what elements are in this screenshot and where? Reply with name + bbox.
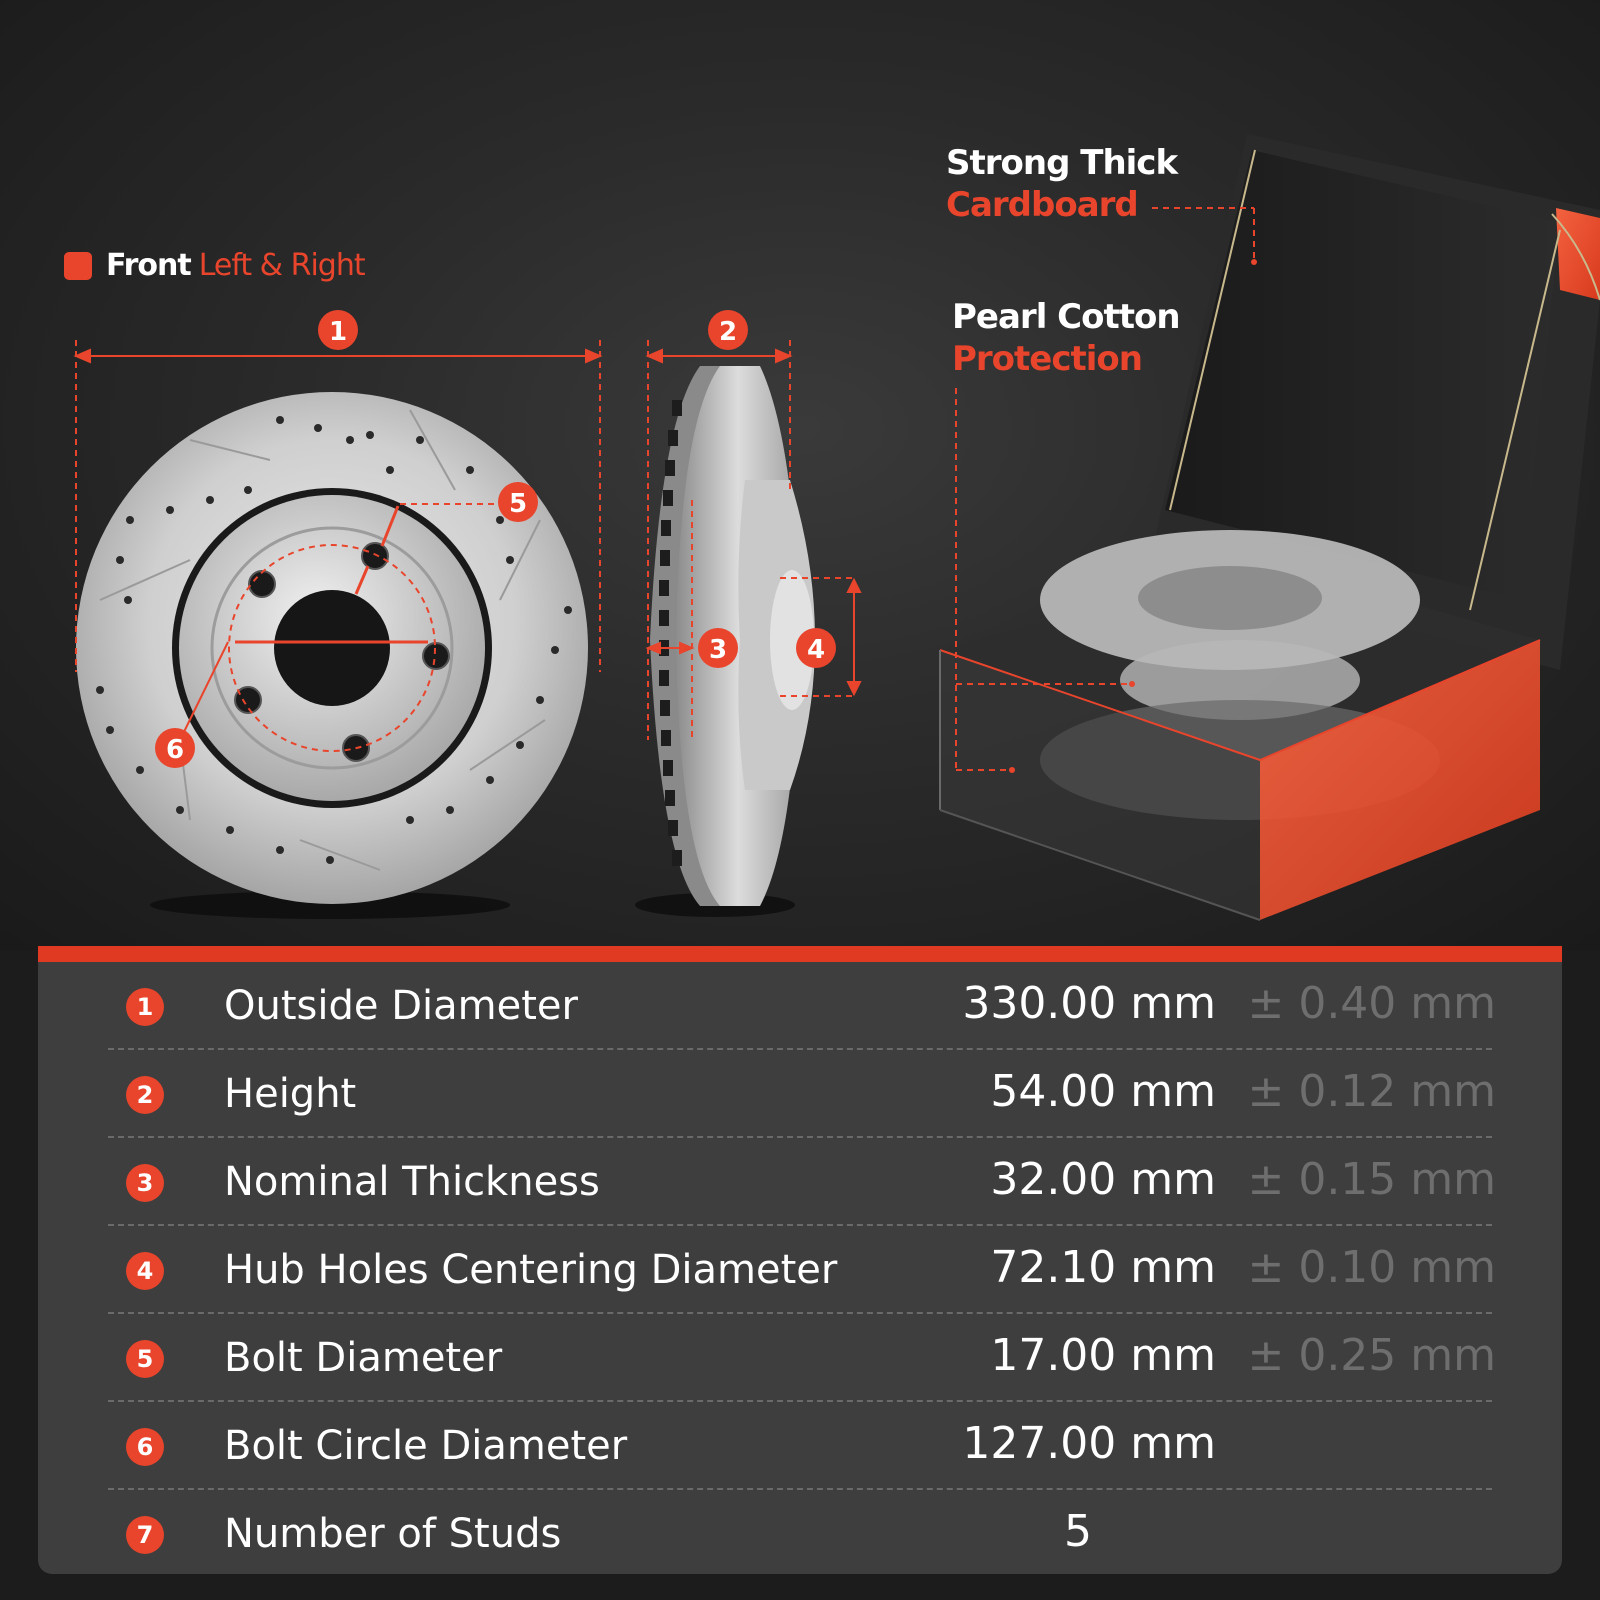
marker-3-label: 3 [709, 635, 727, 665]
spec-row: 7 Number of Studs 5 [38, 1490, 1562, 1578]
marker-4: 4 [796, 628, 836, 668]
spec-tolerance: ± 0.15 mm [1247, 1154, 1496, 1205]
spec-value: 5 [1064, 1506, 1092, 1557]
product-stage: 1 2 3 4 5 6 Front Left & Right Strong Th… [0, 0, 1600, 950]
position-legend: Front Left & Right [64, 248, 366, 283]
marker-2-label: 2 [719, 317, 737, 347]
spec-name: Nominal Thickness [224, 1159, 600, 1205]
spec-number-badge: 2 [126, 1076, 164, 1114]
spec-name: Height [224, 1071, 357, 1117]
callout-cardboard-line1: Strong Thick [946, 143, 1178, 183]
spec-name: Number of Studs [224, 1511, 562, 1557]
marker-1: 1 [318, 310, 358, 350]
spec-row: 3 Nominal Thickness 32.00 mm ± 0.15 mm [38, 1138, 1562, 1226]
marker-3: 3 [698, 628, 738, 668]
callout-pearl-line1: Pearl Cotton [952, 297, 1181, 337]
spec-tolerance: ± 0.12 mm [1247, 1066, 1496, 1117]
callout-cardboard: Strong Thick Cardboard [946, 142, 1178, 226]
spec-tolerance: ± 0.10 mm [1247, 1242, 1496, 1293]
spec-value: 330.00 mm [962, 978, 1216, 1029]
spec-value: 17.00 mm [990, 1330, 1216, 1381]
spec-value: 54.00 mm [990, 1066, 1216, 1117]
marker-6: 6 [155, 728, 195, 768]
spec-value: 127.00 mm [962, 1418, 1216, 1469]
legend-rest: Left & Right [198, 248, 366, 283]
marker-6-label: 6 [166, 735, 184, 765]
spec-row: 5 Bolt Diameter 17.00 mm ± 0.25 mm [38, 1314, 1562, 1402]
spec-name: Bolt Circle Diameter [224, 1423, 628, 1469]
legend-bold: Front [106, 248, 192, 283]
spec-table: 1 Outside Diameter 330.00 mm ± 0.40 mm 2… [38, 962, 1562, 1574]
marker-4-label: 4 [807, 635, 825, 665]
spec-row: 1 Outside Diameter 330.00 mm ± 0.40 mm [38, 962, 1562, 1050]
spec-number-badge: 4 [126, 1252, 164, 1290]
marker-1-label: 1 [329, 317, 347, 347]
rotor-diagram: 1 2 3 4 5 6 [73, 134, 1600, 921]
spec-name: Bolt Diameter [224, 1335, 503, 1381]
spec-number-badge: 7 [126, 1516, 164, 1554]
legend-square-icon [64, 251, 92, 280]
spec-name: Hub Holes Centering Diameter [224, 1247, 838, 1293]
marker-2: 2 [708, 310, 748, 350]
marker-5: 5 [498, 482, 538, 522]
table-accent-bar [38, 946, 1562, 962]
spec-number-badge: 6 [126, 1428, 164, 1466]
spec-number-badge: 3 [126, 1164, 164, 1202]
spec-tolerance: ± 0.40 mm [1247, 978, 1496, 1029]
spec-tolerance: ± 0.25 mm [1247, 1330, 1496, 1381]
callout-pearl: Pearl Cotton Protection [952, 296, 1181, 380]
spec-name: Outside Diameter [224, 983, 578, 1029]
spec-row: 6 Bolt Circle Diameter 127.00 mm [38, 1402, 1562, 1490]
spec-number-badge: 1 [126, 988, 164, 1026]
callout-pearl-line2: Protection [952, 339, 1143, 379]
packaging-box [939, 134, 1600, 921]
spec-row: 2 Height 54.00 mm ± 0.12 mm [38, 1050, 1562, 1138]
spec-value: 72.10 mm [990, 1242, 1216, 1293]
callout-cardboard-line2: Cardboard [946, 185, 1139, 225]
spec-value: 32.00 mm [990, 1154, 1216, 1205]
spec-number-badge: 5 [126, 1340, 164, 1378]
spec-row: 4 Hub Holes Centering Diameter 72.10 mm … [38, 1226, 1562, 1314]
front-rotor [76, 392, 588, 904]
marker-5-label: 5 [509, 489, 527, 519]
